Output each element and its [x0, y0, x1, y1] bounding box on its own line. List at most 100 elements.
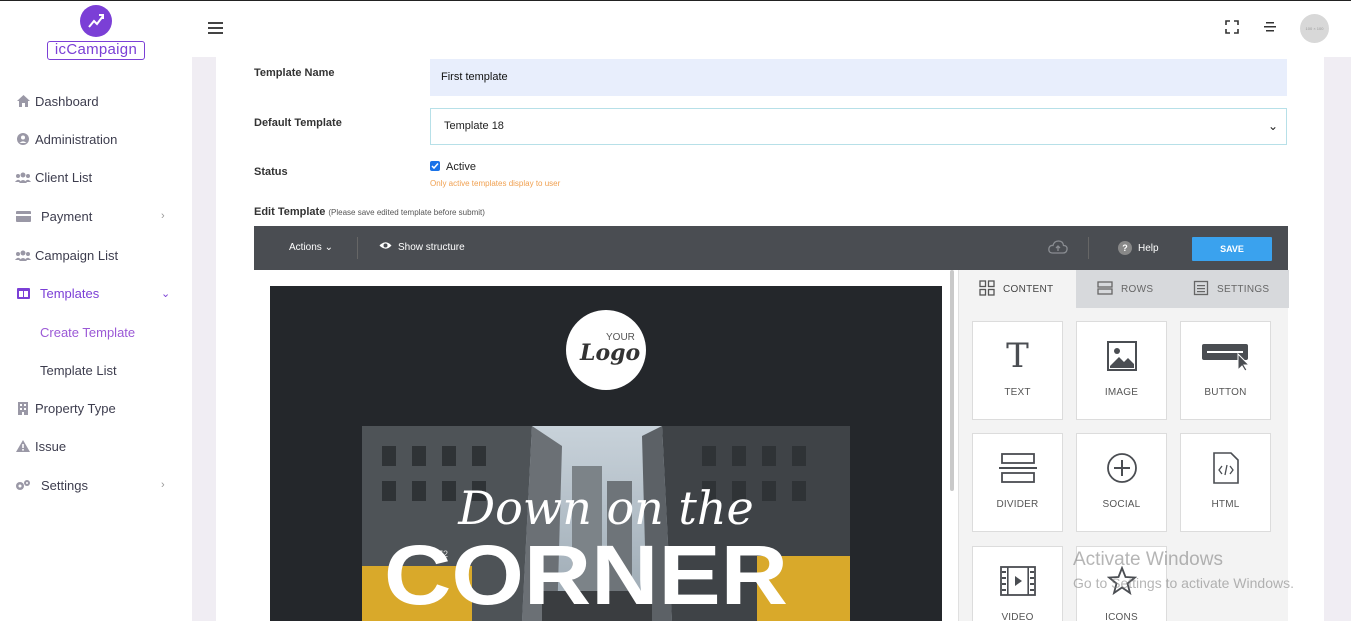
sidebar-item-label: Settings [41, 477, 88, 493]
block-text[interactable]: T TEXT [972, 321, 1063, 420]
sidebar-item-label: Property Type [35, 400, 116, 416]
toolbar-divider [1088, 237, 1089, 259]
video-film-icon [999, 563, 1036, 599]
button-icon [1201, 338, 1251, 374]
sidebar-item-dashboard[interactable]: Dashboard [0, 82, 192, 120]
sidebar-item-templates[interactable]: Templates ⌄ [0, 274, 192, 312]
columns-icon [15, 286, 31, 300]
menu-toggle-icon[interactable] [208, 22, 223, 34]
edit-template-note: (Please save edited template before subm… [328, 208, 485, 217]
editor-canvas[interactable]: YOUR Logo K72 Down on the CORNER [254, 270, 958, 621]
tab-rows[interactable]: ROWS [1077, 270, 1172, 308]
eye-icon [379, 241, 392, 253]
show-structure-toggle[interactable]: Show structure [379, 241, 465, 253]
template-name-label: Template Name [254, 67, 335, 79]
panel-tabs: CONTENT ROWS SETTINGS [959, 270, 1289, 308]
editor-toolbar: Actions ⌄ Show structure ? Help SAVE [254, 226, 1288, 270]
top-header: 100 × 100 [192, 1, 1351, 57]
default-template-value: Template 18 [444, 120, 504, 132]
chevron-down-icon: ⌄ [1267, 119, 1278, 133]
social-plus-icon [1106, 450, 1138, 486]
block-button[interactable]: BUTTON [1180, 321, 1271, 420]
block-label: SOCIAL [1102, 499, 1141, 510]
logo-icon [80, 5, 112, 37]
users-icon [15, 248, 31, 262]
app-logo[interactable]: icCampaign [47, 5, 145, 61]
sidebar-item-label: Issue [35, 438, 67, 454]
sidebar-subitem-template-list[interactable]: Template List [40, 363, 117, 378]
block-label: HTML [1211, 499, 1240, 510]
block-label: IMAGE [1104, 387, 1139, 398]
tab-content[interactable]: CONTENT [959, 270, 1076, 308]
user-circle-icon [15, 132, 31, 146]
hero-title-text: CORNER [384, 528, 788, 621]
hero-image[interactable]: K72 Down on the CORNER [362, 426, 850, 621]
logo-text: icCampaign [47, 41, 145, 60]
cloud-upload-icon[interactable] [1048, 240, 1068, 259]
tab-label: SETTINGS [1217, 283, 1270, 295]
show-structure-label: Show structure [398, 241, 465, 253]
tab-label: ROWS [1121, 283, 1154, 295]
default-template-select[interactable]: Template 18 ⌄ [430, 108, 1287, 145]
sidebar-subitem-create-template[interactable]: Create Template [40, 325, 135, 340]
city-street-image: K72 Down on the CORNER [362, 426, 850, 621]
sidebar-item-label: Client List [35, 169, 93, 185]
gears-icon [15, 478, 31, 492]
sidebar-item-payment[interactable]: Payment › [0, 197, 192, 235]
windows-activation-subtitle: Go to Settings to activate Windows. [1073, 575, 1294, 591]
actions-menu[interactable]: Actions ⌄ [289, 242, 333, 253]
default-template-label: Default Template [254, 117, 342, 129]
block-divider[interactable]: DIVIDER [972, 433, 1063, 532]
block-image[interactable]: IMAGE [1076, 321, 1167, 420]
email-logo[interactable]: YOUR Logo [566, 310, 646, 390]
divider-icon [998, 450, 1037, 486]
save-button[interactable]: SAVE [1192, 237, 1272, 261]
help-button[interactable]: ? Help [1118, 241, 1159, 255]
active-hint: Only active templates display to user [430, 179, 561, 188]
block-video[interactable]: VIDEO [972, 546, 1063, 621]
avatar[interactable]: 100 × 100 [1300, 14, 1329, 43]
rows-icon [1097, 280, 1113, 299]
logo-logo-text: Logo [580, 340, 641, 366]
hero-script-text: Down on the [457, 481, 753, 535]
help-icon: ? [1118, 241, 1132, 255]
sidebar-item-issue[interactable]: Issue [0, 427, 192, 465]
status-label: Status [254, 166, 288, 178]
chevron-right-icon: › [161, 210, 165, 222]
grid-icon [979, 279, 995, 299]
help-label: Help [1138, 242, 1159, 254]
block-label: TEXT [1004, 387, 1031, 398]
block-label: VIDEO [1001, 612, 1034, 621]
canvas-scrollbar[interactable] [950, 270, 954, 491]
sidebar: icCampaign Dashboard Administration Clie… [0, 1, 192, 621]
html-file-icon [1212, 450, 1239, 486]
sidebar-item-client-list[interactable]: Client List [0, 158, 192, 196]
warning-icon [15, 439, 31, 453]
sidebar-item-label: Administration [35, 131, 118, 147]
toolbar-divider [357, 237, 358, 259]
users-icon [15, 170, 31, 184]
align-center-icon[interactable] [1264, 20, 1280, 36]
email-preview: YOUR Logo K72 Down on the CORNER [270, 286, 942, 621]
template-form-card: Template Name First template Default Tem… [216, 57, 1324, 621]
sidebar-item-label: Dashboard [35, 93, 99, 109]
edit-template-label: Edit Template (Please save edited templa… [254, 206, 485, 218]
active-checkbox[interactable] [430, 161, 440, 171]
sidebar-item-property-type[interactable]: Property Type [0, 389, 192, 427]
windows-activation-title: Activate Windows [1073, 549, 1223, 570]
home-icon [15, 94, 31, 108]
building-icon [15, 401, 31, 415]
tab-settings[interactable]: SETTINGS [1173, 270, 1289, 308]
block-social[interactable]: SOCIAL [1076, 433, 1167, 532]
chevron-down-icon: ⌄ [324, 242, 333, 253]
sidebar-item-label: Campaign List [35, 247, 119, 263]
template-name-input[interactable]: First template [430, 59, 1287, 96]
fullscreen-icon[interactable] [1225, 20, 1241, 36]
block-label: ICONS [1105, 612, 1138, 621]
block-html[interactable]: HTML [1180, 433, 1271, 532]
sidebar-item-campaign-list[interactable]: Campaign List [0, 236, 192, 274]
active-checkbox-label: Active [446, 161, 476, 173]
sidebar-item-settings[interactable]: Settings › [0, 466, 192, 504]
sidebar-item-administration[interactable]: Administration [0, 120, 192, 158]
text-icon: T [1006, 336, 1029, 376]
